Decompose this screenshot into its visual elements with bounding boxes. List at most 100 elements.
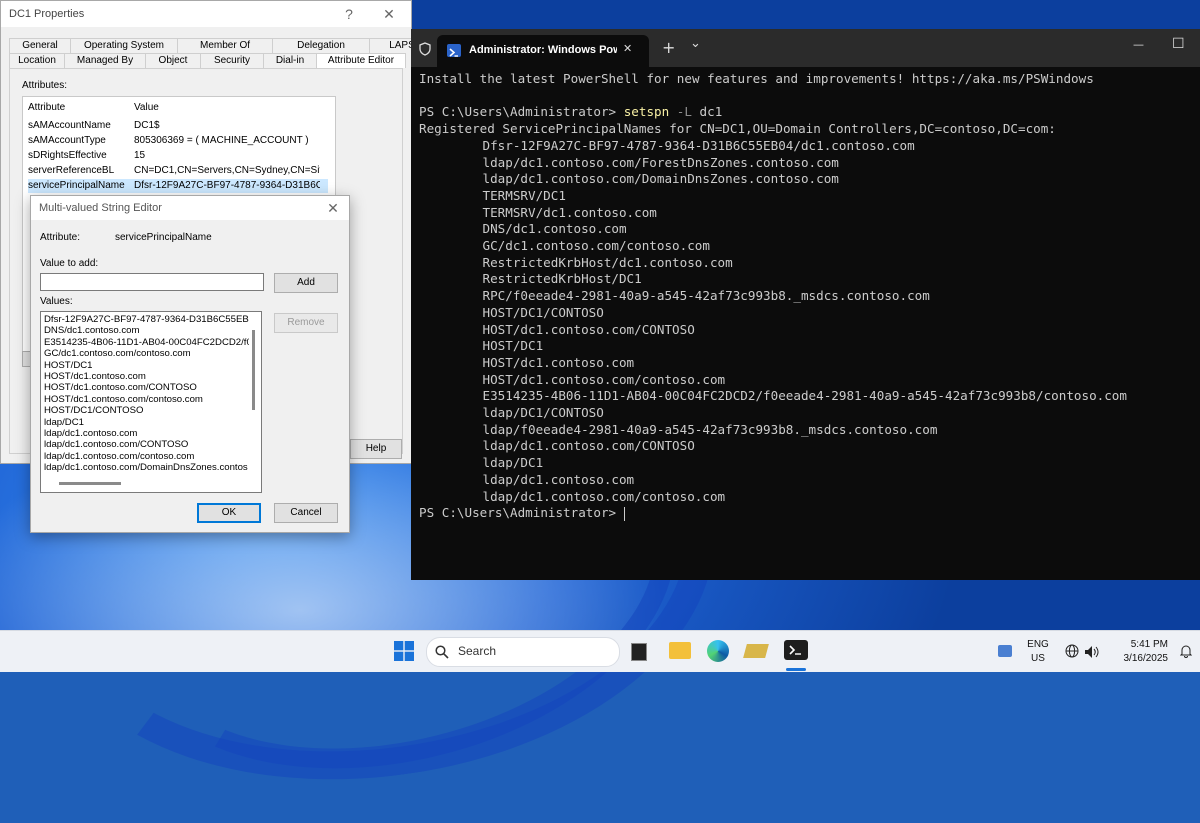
taskbar-search-box[interactable]: Search <box>426 637 620 667</box>
search-icon <box>435 645 449 659</box>
taskbar: Search ENG US 5:41 PM 3/16/2025 <box>0 630 1200 672</box>
list-item[interactable]: E3514235-4B06-11D1-AB04-00C04FC2DCD2/f0 <box>44 337 249 348</box>
tab-general[interactable]: General <box>9 38 71 53</box>
terminal-tab-title: Administrator: Windows Powe <box>469 44 617 56</box>
shield-icon <box>419 41 431 56</box>
list-item[interactable]: DNS/dc1.contoso.com <box>44 325 249 336</box>
attribute-name: sAMAccountName <box>28 120 111 131</box>
powershell-icon <box>447 44 461 57</box>
tab-security[interactable]: Security <box>200 53 264 68</box>
network-tray-icon[interactable] <box>998 645 1012 657</box>
server-manager-icon[interactable] <box>743 644 769 658</box>
tab-location[interactable]: Location <box>9 53 65 68</box>
spn-line: GC/dc1.contoso.com/contoso.com <box>482 238 710 253</box>
tab-delegation[interactable]: Delegation <box>272 38 370 53</box>
value-to-add-input[interactable] <box>40 273 264 291</box>
attribute-value: CN=DC1,CN=Servers,CN=Sydney,CN=Sites, <box>134 165 320 176</box>
clock-time[interactable]: 5:41 PM <box>1114 639 1168 650</box>
prompt: PS C:\Users\Administrator> <box>419 104 624 120</box>
spn-line: ldap/dc1.contoso.com/contoso.com <box>482 488 726 504</box>
globe-icon[interactable] <box>1065 644 1079 662</box>
tab-attribute-editor[interactable]: Attribute Editor <box>316 53 406 68</box>
edge-browser-icon[interactable] <box>707 640 729 662</box>
spn-line: ldap/f0eeade4-2981-40a9-a545-42af73c993b… <box>482 421 938 437</box>
terminal-tab[interactable]: Administrator: Windows Powe ✕ <box>437 35 649 67</box>
tab-object[interactable]: Object <box>145 53 201 68</box>
list-item[interactable]: HOST/dc1.contoso.com <box>44 371 249 382</box>
spn-line: ldap/dc1.contoso.com/CONTOSO <box>482 438 695 454</box>
help-button[interactable]: Help <box>350 439 402 459</box>
mv-titlebar[interactable]: Multi-valued String Editor <box>31 196 349 220</box>
spn-line: HOST/DC1/CONTOSO <box>482 304 604 320</box>
terminal-banner: Install the latest PowerShell for new fe… <box>419 71 1094 86</box>
remove-button[interactable]: Remove <box>274 313 338 333</box>
column-value[interactable]: Value <box>134 101 320 115</box>
attribute-value: 805306369 = ( MACHINE_ACCOUNT ) <box>134 135 309 146</box>
tab-managed-by[interactable]: Managed By <box>64 53 146 68</box>
command-args: -L <box>669 104 692 120</box>
list-item[interactable]: HOST/dc1.contoso.com/CONTOSO <box>44 382 249 393</box>
ok-button[interactable]: OK <box>197 503 261 523</box>
region-indicator[interactable]: US <box>1024 653 1052 664</box>
column-attribute[interactable]: Attribute <box>28 101 128 115</box>
start-button-windows-icon[interactable] <box>394 641 414 661</box>
properties-title: DC1 Properties <box>9 8 85 20</box>
horizontal-scrollbar[interactable] <box>59 482 121 485</box>
list-item[interactable]: ldap/dc1.contoso.com/DomainDnsZones.cont… <box>44 462 249 473</box>
attribute-value: 15 <box>134 150 146 161</box>
new-tab-icon[interactable]: + <box>662 38 675 57</box>
list-item[interactable]: HOST/DC1/CONTOSO <box>44 405 249 416</box>
vertical-scrollbar[interactable] <box>252 330 255 410</box>
attributes-label: Attributes: <box>22 80 68 91</box>
tab-member-of[interactable]: Member Of <box>177 38 273 53</box>
list-item[interactable]: Dfsr-12F9A27C-BF97-4787-9364-D31B6C55EB0 <box>44 314 249 325</box>
tab-operating-system[interactable]: Operating System <box>70 38 178 53</box>
list-item[interactable]: HOST/dc1.contoso.com/contoso.com <box>44 394 249 405</box>
mv-attribute-value: servicePrincipalName <box>115 232 212 243</box>
maximize-icon[interactable]: ☐ <box>1172 36 1185 52</box>
dropdown-icon[interactable]: ⌄ <box>690 36 701 51</box>
values-list[interactable]: Dfsr-12F9A27C-BF97-4787-9364-D31B6C55EB0… <box>40 311 262 493</box>
volume-icon[interactable] <box>1084 644 1100 663</box>
list-item[interactable]: HOST/DC1 <box>44 360 249 371</box>
cancel-button[interactable]: Cancel <box>274 503 338 523</box>
final-prompt-line: PS C:\Users\Administrator> <box>419 505 625 522</box>
language-indicator[interactable]: ENG <box>1024 639 1052 650</box>
terminal-taskbar-icon[interactable] <box>784 640 808 660</box>
attribute-name: sDRightsEffective <box>28 150 107 161</box>
spn-line: TERMSRV/DC1 <box>482 187 566 203</box>
list-item[interactable]: GC/dc1.contoso.com/contoso.com <box>44 348 249 359</box>
spn-line: ldap/DC1 <box>482 455 544 471</box>
add-button[interactable]: Add <box>274 273 338 293</box>
clock-date[interactable]: 3/16/2025 <box>1110 653 1169 664</box>
text-cursor <box>623 506 625 521</box>
spn-line: ldap/dc1.contoso.com/DomainDnsZones.cont… <box>482 171 839 187</box>
close-icon[interactable]: ✕ <box>321 197 345 219</box>
final-prompt: PS C:\Users\Administrator> <box>419 505 624 521</box>
spn-line: HOST/dc1.contoso.com/contoso.com <box>482 371 726 387</box>
file-explorer-icon[interactable] <box>669 642 691 659</box>
attribute-value: DC1$ <box>134 120 160 131</box>
list-item[interactable]: ldap/dc1.contoso.com <box>44 428 249 439</box>
close-tab-icon[interactable]: ✕ <box>623 42 632 55</box>
help-icon[interactable]: ? <box>334 3 364 25</box>
spn-line: ldap/dc1.contoso.com <box>482 471 635 487</box>
list-item[interactable]: ldap/dc1.contoso.com/CONTOSO <box>44 439 249 450</box>
spn-line: HOST/dc1.contoso.com <box>482 354 635 370</box>
attribute-row-selected[interactable]: servicePrincipalName Dfsr-12F9A27C-BF97-… <box>28 179 328 193</box>
output-header: Registered ServicePrincipalNames for CN=… <box>419 121 1056 137</box>
spn-line: HOST/dc1.contoso.com/CONTOSO <box>482 321 695 337</box>
spn-line: ldap/DC1/CONTOSO <box>482 405 604 420</box>
notification-bell-icon[interactable] <box>1179 643 1193 662</box>
search-placeholder: Search <box>458 644 497 658</box>
task-view-icon[interactable] <box>631 643 647 661</box>
attribute-name: serverReferenceBL <box>28 165 115 176</box>
list-item[interactable]: ldap/DC1 <box>44 417 249 428</box>
command-line: PS C:\Users\Administrator> setspn -L dc1 <box>419 104 722 121</box>
close-icon[interactable]: ✕ <box>374 3 404 25</box>
value-to-add-label: Value to add: <box>40 258 99 269</box>
values-label: Values: <box>40 296 73 307</box>
tab-dial-in[interactable]: Dial-in <box>263 53 317 68</box>
minimize-icon[interactable]: — <box>1133 38 1144 51</box>
list-item[interactable]: ldap/dc1.contoso.com/contoso.com <box>44 451 249 462</box>
